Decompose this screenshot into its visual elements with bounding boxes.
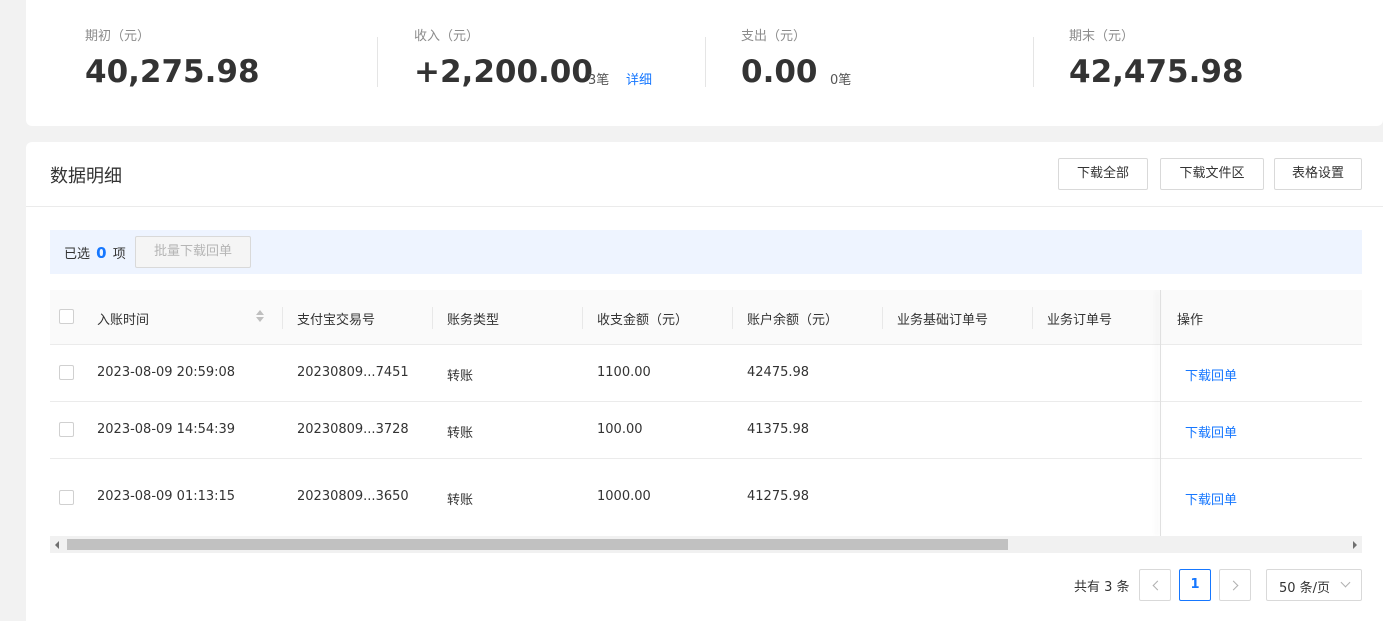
column-header-action: 操作 — [1177, 313, 1204, 328]
fixed-column-shadow — [1160, 290, 1161, 536]
column-divider — [432, 307, 433, 329]
download-receipt-link[interactable]: 下载回单 — [1185, 422, 1237, 441]
cell-balance: 41275.98 — [747, 489, 810, 504]
header-divider — [26, 206, 1383, 207]
sort-icon[interactable] — [256, 310, 264, 324]
current-page-button[interactable]: 1 — [1179, 569, 1211, 601]
row-checkbox[interactable] — [59, 365, 74, 380]
column-header-trade-no: 支付宝交易号 — [297, 313, 376, 328]
expense-count: 0笔 — [830, 73, 852, 88]
cell-type: 转账 — [447, 369, 474, 384]
expense-label: 支出（元） — [741, 29, 807, 44]
pagination-total: 共有 3 条 — [1074, 580, 1130, 595]
cell-amount: 100.00 — [597, 422, 643, 437]
expense-value: 0.00 — [741, 54, 818, 90]
opening-balance-label: 期初（元） — [85, 29, 151, 44]
cell-type: 转账 — [447, 493, 474, 508]
column-divider — [582, 307, 583, 329]
page-size-value: 50 条/页 — [1279, 581, 1331, 596]
scroll-left-icon[interactable] — [55, 541, 59, 549]
table-settings-button[interactable]: 表格设置 — [1274, 158, 1362, 190]
cell-amount: 1000.00 — [597, 489, 651, 504]
closing-balance-value: 42,475.98 — [1069, 54, 1244, 90]
batch-download-receipt-button[interactable]: 批量下载回单 — [135, 236, 251, 268]
transactions-table: 入账时间 支付宝交易号 账务类型 收支金额（元） 账户余额（元） 业务基础订单号… — [50, 290, 1362, 536]
column-header-balance: 账户余额（元） — [747, 313, 839, 328]
next-page-button[interactable] — [1219, 569, 1251, 601]
chevron-left-icon — [1152, 580, 1163, 591]
table-row: 2023-08-09 20:59:08 20230809...7451 转账 1… — [50, 345, 1362, 402]
income-count: 3笔 — [588, 73, 610, 88]
row-checkbox[interactable] — [59, 490, 74, 505]
download-receipt-link[interactable]: 下载回单 — [1185, 365, 1237, 384]
column-divider — [732, 307, 733, 329]
divider — [377, 37, 378, 87]
column-header-type: 账务类型 — [447, 313, 500, 328]
divider — [1033, 37, 1034, 87]
cell-type: 转账 — [447, 426, 474, 441]
row-checkbox[interactable] — [59, 422, 74, 437]
selection-suffix: 项 — [112, 247, 126, 262]
cell-trade-no: 20230809...3728 — [297, 422, 409, 437]
prev-page-button[interactable] — [1139, 569, 1171, 601]
table-row: 2023-08-09 14:54:39 20230809...3728 转账 1… — [50, 402, 1362, 459]
cell-balance: 42475.98 — [747, 365, 810, 380]
scrollbar-thumb[interactable] — [67, 539, 1008, 550]
scroll-right-icon[interactable] — [1353, 541, 1357, 549]
column-header-time: 入账时间 — [97, 313, 150, 328]
column-header-base-order-no: 业务基础订单号 — [897, 313, 989, 328]
cell-trade-no: 20230809...7451 — [297, 365, 409, 380]
income-value: +2,200.00 — [414, 54, 593, 90]
selection-prefix: 已选 — [64, 247, 91, 262]
income-label: 收入（元） — [414, 29, 480, 44]
download-file-area-button[interactable]: 下载文件区 — [1160, 158, 1264, 190]
download-receipt-link[interactable]: 下载回单 — [1185, 489, 1237, 508]
income-detail-link[interactable]: 详细 — [626, 69, 652, 88]
horizontal-scrollbar[interactable] — [50, 536, 1362, 553]
cell-time: 2023-08-09 14:54:39 — [97, 422, 236, 437]
cell-time: 2023-08-09 20:59:08 — [97, 365, 236, 380]
column-divider — [282, 307, 283, 329]
column-divider — [882, 307, 883, 329]
detail-title: 数据明细 — [50, 166, 122, 187]
cell-trade-no: 20230809...3650 — [297, 489, 409, 504]
closing-balance-label: 期末（元） — [1069, 29, 1135, 44]
column-header-amount: 收支金额（元） — [597, 313, 689, 328]
summary-card: 期初（元） 40,275.98 收入（元） +2,200.00 3笔 详细 支出… — [26, 0, 1383, 126]
cell-balance: 41375.98 — [747, 422, 810, 437]
selection-bar: 已选 0 项 批量下载回单 — [50, 230, 1362, 274]
column-divider — [1032, 307, 1033, 329]
column-header-order-no: 业务订单号 — [1047, 313, 1113, 328]
chevron-right-icon — [1228, 580, 1239, 591]
selection-summary: 已选 0 项 — [64, 243, 126, 262]
table-header: 入账时间 支付宝交易号 账务类型 收支金额（元） 账户余额（元） 业务基础订单号… — [50, 290, 1362, 345]
select-all-checkbox[interactable] — [59, 309, 74, 324]
chevron-down-icon — [1340, 577, 1351, 588]
page-size-select[interactable]: 50 条/页 — [1266, 569, 1362, 601]
table-row: 2023-08-09 01:13:15 20230809...3650 转账 1… — [50, 459, 1362, 536]
cell-amount: 1100.00 — [597, 365, 651, 380]
opening-balance-value: 40,275.98 — [85, 54, 260, 90]
detail-card: 数据明细 下载全部 下载文件区 表格设置 已选 0 项 批量下载回单 入账时间 … — [26, 142, 1383, 621]
cell-time: 2023-08-09 01:13:15 — [97, 489, 236, 504]
divider — [705, 37, 706, 87]
download-all-button[interactable]: 下载全部 — [1058, 158, 1148, 190]
selection-count: 0 — [96, 244, 107, 262]
